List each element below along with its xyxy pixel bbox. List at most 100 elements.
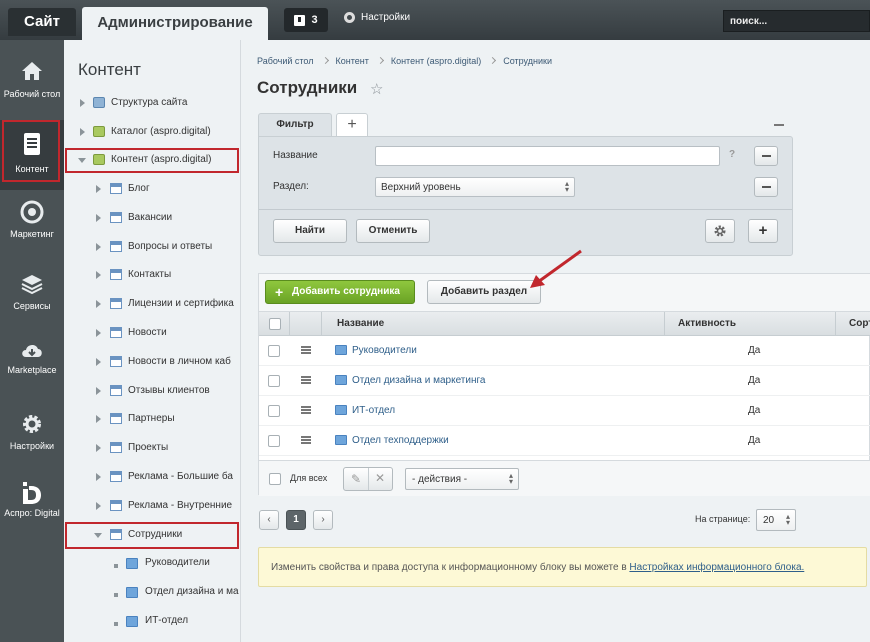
help-icon[interactable]: ? [729, 149, 735, 160]
per-page-select[interactable]: 20 ▴ ▾ [756, 509, 796, 531]
table-row[interactable]: Отдел техподдержки Да [259, 426, 870, 456]
tree-item[interactable]: Контакты [64, 266, 241, 286]
add-employee-button[interactable]: Добавить сотрудника [265, 280, 415, 304]
items-table: Добавить сотрудника Добавить раздел Назв… [258, 273, 870, 496]
iblock-icon [110, 241, 122, 252]
nav-services[interactable]: Сервисы [0, 264, 64, 334]
folder-icon [126, 558, 138, 569]
remove-field-button[interactable] [754, 146, 778, 166]
nav-settings[interactable]: Настройки [0, 404, 64, 474]
column-active[interactable]: Активность [678, 318, 736, 329]
breadcrumb-item[interactable]: Контент (aspro.digital) [391, 56, 481, 66]
tree-item[interactable]: Вакансии [64, 209, 241, 229]
tree-item[interactable]: Руководители [64, 554, 241, 574]
note-text: Изменить свойства и права доступа к инфо… [271, 562, 627, 573]
section-label: Раздел: [273, 181, 309, 192]
actions-value: - действия - [412, 474, 468, 485]
row-name[interactable]: Отдел дизайна и маркетинга [352, 375, 485, 386]
menu-icon[interactable] [301, 436, 311, 444]
tree-item[interactable]: Проекты [64, 439, 241, 459]
prev-page-button[interactable]: ‹ [259, 510, 279, 530]
next-page-button[interactable]: › [313, 510, 333, 530]
minus-icon [762, 155, 771, 157]
tree-item[interactable]: Лицензии и сертифика [64, 295, 241, 315]
nav-content[interactable]: Контент [0, 120, 64, 190]
table-row[interactable]: Отдел дизайна и маркетинга Да [259, 366, 870, 396]
menu-icon[interactable] [301, 376, 311, 384]
add-filter-tab-button[interactable]: + [336, 113, 368, 137]
tree-item[interactable]: Вопросы и ответы [64, 238, 241, 258]
row-name[interactable]: Руководители [352, 345, 417, 356]
breadcrumb-item[interactable]: Сотрудники [503, 56, 552, 66]
section-select[interactable]: Верхний уровень ▴ ▾ [375, 177, 575, 197]
tree-item[interactable]: Новости [64, 324, 241, 344]
tree-item[interactable]: Структура сайта [64, 94, 241, 114]
row-checkbox[interactable] [268, 375, 280, 387]
content-tree: Контент Структура сайта Каталог (aspro.d… [64, 40, 241, 642]
filter-tab[interactable]: Фильтр [258, 113, 332, 137]
remove-field-button[interactable] [754, 177, 778, 197]
pencil-icon[interactable]: ✎ [351, 472, 361, 486]
tree-item[interactable]: Каталог (aspro.digital) [64, 123, 241, 143]
actions-select[interactable]: - действия - ▴ ▾ [405, 468, 519, 490]
tree-item[interactable]: ИТ-отдел [64, 612, 241, 632]
tree-item[interactable]: Новости в личном каб [64, 353, 241, 373]
row-checkbox[interactable] [268, 435, 280, 447]
minimize-icon[interactable] [774, 124, 784, 126]
nav-desktop[interactable]: Рабочий стол [0, 52, 64, 122]
find-button[interactable]: Найти [273, 219, 347, 243]
row-checkbox[interactable] [268, 405, 280, 417]
iblock-icon [110, 471, 122, 482]
nav-aspro[interactable]: Аспро: Digital [0, 472, 64, 542]
add-section-button[interactable]: Добавить раздел [427, 280, 541, 304]
iblock-icon [110, 413, 122, 424]
cancel-button[interactable]: Отменить [356, 219, 430, 243]
column-name[interactable]: Название [337, 318, 384, 329]
site-tab[interactable]: Сайт [8, 8, 76, 36]
target-icon [20, 200, 44, 224]
menu-icon[interactable] [301, 406, 311, 414]
search-input[interactable]: поиск... [723, 10, 870, 32]
folder-icon [126, 616, 138, 627]
filter-settings-button[interactable] [705, 219, 735, 243]
page-1-button[interactable]: 1 [286, 510, 306, 530]
row-name[interactable]: Отдел техподдержки [352, 435, 449, 446]
bullet [114, 593, 118, 597]
add-filter-button[interactable]: + [748, 219, 778, 243]
home-icon [22, 62, 42, 80]
folder-icon [335, 435, 347, 445]
table-row[interactable]: ИТ-отдел Да [259, 396, 870, 426]
menu-icon[interactable] [301, 346, 311, 354]
nav-content-label: Контент [15, 164, 49, 174]
tree-item[interactable]: Отдел дизайна и ма [64, 583, 241, 603]
breadcrumb-item[interactable]: Контент [336, 56, 369, 66]
column-sort[interactable]: Сорт [849, 318, 870, 329]
tree-title: Контент [78, 60, 141, 79]
table-row[interactable]: Руководители Да [259, 336, 870, 366]
name-input[interactable] [375, 146, 720, 166]
select-arrows-icon: ▴ ▾ [785, 512, 790, 527]
for-all-label: Для всех [290, 473, 328, 483]
notification-icon [294, 14, 306, 26]
row-name[interactable]: ИТ-отдел [352, 405, 395, 416]
row-checkbox[interactable] [268, 345, 280, 357]
for-all-checkbox[interactable] [269, 473, 281, 485]
tree-item[interactable]: Блог [64, 180, 241, 200]
name-label: Название [273, 150, 318, 161]
tree-item[interactable]: Партнеры [64, 410, 241, 430]
breadcrumb-item[interactable]: Рабочий стол [257, 56, 314, 66]
nav-marketing[interactable]: Маркетинг [0, 192, 64, 262]
notifications-button[interactable]: 3 [284, 8, 328, 32]
filter-panel: Название ? Раздел: Верхний уровень ▴ ▾ Най… [258, 136, 793, 256]
left-nav: Рабочий стол Контент Маркетинг Сервисы M… [0, 40, 64, 642]
select-all-checkbox[interactable] [269, 318, 281, 330]
admin-tab[interactable]: Администрирование [82, 7, 268, 40]
iblock-settings-link[interactable]: Настройках информационного блока. [629, 562, 804, 573]
settings-link[interactable]: Настройки [344, 12, 410, 23]
close-icon[interactable]: ✕ [375, 471, 385, 485]
star-icon[interactable]: ☆ [370, 80, 383, 98]
tree-item[interactable]: Реклама - Внутренние [64, 497, 241, 517]
nav-marketplace[interactable]: Marketplace [0, 332, 64, 402]
tree-item[interactable]: Отзывы клиентов [64, 382, 241, 402]
tree-item[interactable]: Реклама - Большие ба [64, 468, 241, 488]
